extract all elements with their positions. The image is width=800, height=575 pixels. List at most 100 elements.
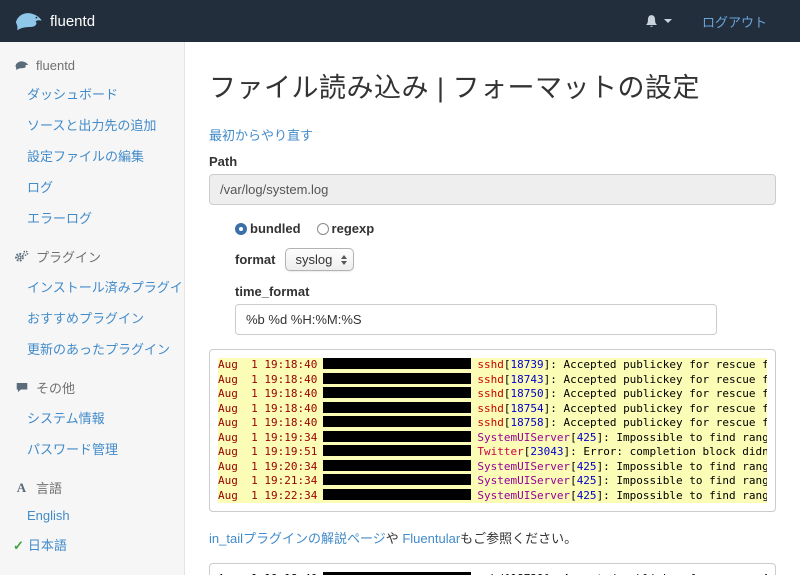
log-token: 425 bbox=[576, 430, 597, 444]
log-token: ]: Accepted publickey for rescue from bbox=[543, 387, 767, 400]
log-line: Aug 1 19:18:40 sshd[18750]: Accepted publ… bbox=[218, 387, 767, 402]
log-token: 18758 bbox=[510, 416, 544, 429]
sidebar-section-header: その他 bbox=[0, 368, 184, 402]
log-token: 18754 bbox=[510, 401, 544, 415]
log-line: Aug 1 19:18:40 sshd[18743]: Accepted publ… bbox=[218, 372, 767, 387]
restart-link[interactable]: 最初からやり直す bbox=[209, 125, 313, 144]
log-token: ]: Accepted publickey for rescue from bbox=[543, 372, 767, 386]
font-icon: A bbox=[16, 479, 27, 495]
sidebar-item[interactable]: ソースと出力先の追加 bbox=[0, 109, 184, 140]
redacted-hostname bbox=[323, 445, 472, 456]
navbar: fluentd ログアウト bbox=[0, 0, 800, 42]
sidebar-item[interactable]: おすすめプラグイン bbox=[0, 302, 184, 333]
log-token: sshd bbox=[477, 401, 504, 415]
log-token: [ bbox=[570, 459, 577, 473]
redacted-hostname bbox=[323, 430, 472, 442]
check-icon: ✓ bbox=[13, 538, 24, 553]
log-token: Aug 1 19:18:40 bbox=[218, 387, 318, 400]
log-preview-plain: Aug 1 19:18:40sshd[18739]: Accepted publ… bbox=[209, 563, 776, 575]
restart-row: 最初からやり直す bbox=[209, 125, 776, 154]
redacted-hostname bbox=[323, 416, 472, 427]
fluentd-icon bbox=[14, 60, 29, 71]
gears-icon bbox=[14, 250, 29, 263]
log-token: [ bbox=[570, 488, 577, 502]
log-token: Aug 1 19:19:51 bbox=[218, 445, 318, 458]
format-select[interactable]: syslog bbox=[285, 248, 355, 271]
sidebar-section-header: fluentd bbox=[0, 48, 184, 78]
redacted-hostname bbox=[323, 488, 472, 500]
redacted-hostname bbox=[323, 387, 472, 398]
radio-bundled-label: bundled bbox=[250, 221, 301, 236]
sidebar-item[interactable]: エラーログ bbox=[0, 202, 184, 233]
log-token: 18739 bbox=[510, 358, 544, 371]
format-select-value: syslog bbox=[295, 252, 333, 267]
logout-link[interactable]: ログアウト bbox=[702, 12, 767, 31]
page-title: ファイル読み込み | フォーマットの設定 bbox=[209, 73, 701, 103]
sidebar-item[interactable]: 更新のあったプラグイン bbox=[0, 333, 184, 364]
radio-selected-icon bbox=[235, 222, 247, 235]
log-token: 23043 bbox=[530, 445, 564, 458]
sidebar-section-header: プラグイン bbox=[0, 237, 184, 271]
radio-bundled[interactable]: bundled bbox=[235, 221, 301, 236]
log-token: ]: Impossible to find range of bbox=[596, 430, 767, 444]
format-label: format bbox=[235, 252, 276, 267]
time-format-label: time_format bbox=[235, 284, 310, 299]
in-tail-doc-link[interactable]: in_tailプラグインの解説ページ bbox=[209, 531, 386, 546]
sidebar-item[interactable]: 設定ファイルの編集 bbox=[0, 140, 184, 171]
radio-unselected-icon bbox=[316, 222, 329, 235]
log-token: ]: Impossible to find range of bbox=[596, 474, 767, 487]
log-line: Aug 1 19:18:40sshd[18739]: Accepted publ… bbox=[218, 358, 767, 373]
fluentular-link[interactable]: Fluentular bbox=[402, 531, 460, 546]
navbar-right: ログアウト bbox=[644, 12, 785, 31]
select-arrows-icon bbox=[341, 254, 348, 265]
notifications-dropdown[interactable] bbox=[644, 14, 672, 29]
log-token: [ bbox=[570, 430, 577, 444]
sidebar-item-japanese[interactable]: ✓ 日本語 bbox=[0, 529, 184, 560]
log-token: SystemUIServer bbox=[477, 474, 571, 487]
sidebar-items: インストール済みプラグイン おすすめプラグイン 更新のあったプラグイン bbox=[0, 271, 184, 364]
log-token: 425 bbox=[576, 459, 597, 473]
sidebar-item-label: 日本語 bbox=[27, 538, 67, 553]
log-token: 425 bbox=[576, 474, 597, 487]
path-input bbox=[209, 174, 776, 205]
comment-icon bbox=[14, 381, 29, 394]
sidebar-item[interactable]: パスワード管理 bbox=[0, 433, 184, 464]
sidebar-section-plugins: プラグイン インストール済みプラグイン おすすめプラグイン 更新のあったプラグイン bbox=[0, 237, 184, 364]
log-token: ]: Impossible to find range of bbox=[596, 459, 767, 473]
sidebar-section-title: 言語 bbox=[36, 481, 63, 496]
sidebar-item[interactable]: システム情報 bbox=[0, 402, 184, 433]
caret-down-icon bbox=[663, 19, 672, 23]
sidebar-item-english[interactable]: English bbox=[0, 502, 184, 529]
sidebar-items: システム情報 パスワード管理 bbox=[0, 402, 184, 464]
sidebar-item[interactable]: インストール済みプラグイン bbox=[0, 271, 184, 302]
log-token: Aug 1 19:18:40 bbox=[218, 401, 318, 415]
log-token: Aug 1 19:18:40 bbox=[218, 416, 318, 429]
sidebar-section-fluentd: fluentd ダッシュボード ソースと出力先の追加 設定ファイルの編集 ログ エラーロ… bbox=[0, 48, 184, 233]
radio-regexp-label: regexp bbox=[331, 221, 375, 236]
redacted-hostname bbox=[323, 474, 472, 485]
brand-label: fluentd bbox=[50, 12, 96, 30]
sidebar-item[interactable]: ダッシュボード bbox=[0, 78, 184, 109]
log-line: Aug 1 19:22:34 SystemUIServer[425]: Impos… bbox=[218, 488, 767, 503]
fluentd-logo-icon bbox=[15, 11, 43, 32]
format-settings: bundled regexp format syslog time_format bbox=[235, 221, 776, 335]
log-line: Aug 1 19:18:40 sshd[18754]: Accepted publ… bbox=[218, 401, 767, 416]
parse-mode-radios: bundled regexp bbox=[235, 221, 776, 236]
log-token: SystemUIServer bbox=[477, 459, 571, 473]
log-token: ]: Impossible to find range of bbox=[596, 488, 767, 502]
time-format-input[interactable] bbox=[235, 304, 717, 335]
sidebar-item[interactable]: ログ bbox=[0, 171, 184, 202]
log-token: 18743 bbox=[510, 372, 544, 386]
log-token: sshd bbox=[477, 416, 504, 429]
sidebar-section-title: fluentd bbox=[36, 58, 76, 73]
log-preview-highlighted: Aug 1 19:18:40 sshd[18739]: Accepted publ… bbox=[209, 349, 776, 512]
sidebar-section-title: プラグイン bbox=[36, 250, 102, 265]
log-token: Aug 1 19:22:34 bbox=[218, 488, 318, 502]
brand-link[interactable]: fluentd bbox=[15, 11, 95, 32]
radio-regexp[interactable]: regexp bbox=[316, 221, 375, 236]
log-token: ]: Accepted publickey for rescue from bbox=[543, 416, 767, 429]
format-field-group: format syslog bbox=[235, 248, 776, 271]
log-line: Aug 1 19:20:34 SystemUIServer[425]: Impos… bbox=[218, 459, 767, 474]
sidebar-section-header: A 言語 bbox=[0, 468, 184, 502]
log-token: Twitter bbox=[477, 445, 524, 458]
